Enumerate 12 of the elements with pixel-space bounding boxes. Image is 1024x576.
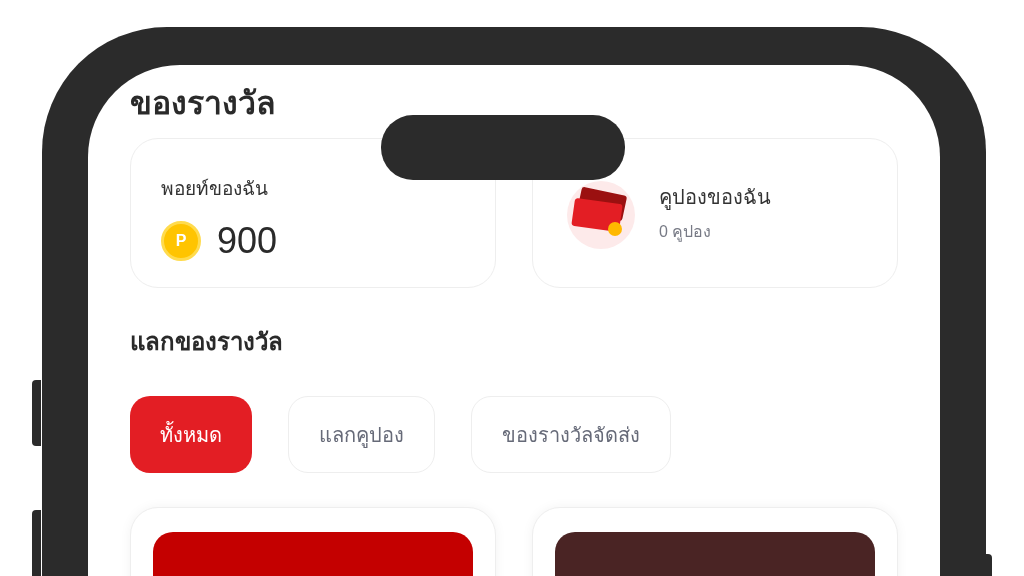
coin-icon: P	[161, 220, 201, 261]
filter-tab[interactable]: ทั้งหมด	[130, 396, 252, 473]
points-label: พอยท์ของฉัน	[161, 177, 269, 201]
coupons-count: 0 คูปอง	[659, 222, 713, 244]
coupons-label: คูปองของฉัน	[659, 185, 771, 212]
filter-tab[interactable]: ของรางวัลจัดส่ง	[471, 396, 671, 473]
coupons-card[interactable]: คูปองของฉัน 0 คูปอง	[532, 138, 898, 288]
section-title: แลกของรางวัล	[130, 327, 284, 357]
page-title: ของรางวัล	[130, 84, 277, 123]
points-card[interactable]: พอยท์ของฉัน P 900	[130, 138, 496, 288]
points-value: 900	[217, 218, 278, 263]
filter-tab[interactable]: แลกคูปอง	[288, 396, 435, 473]
